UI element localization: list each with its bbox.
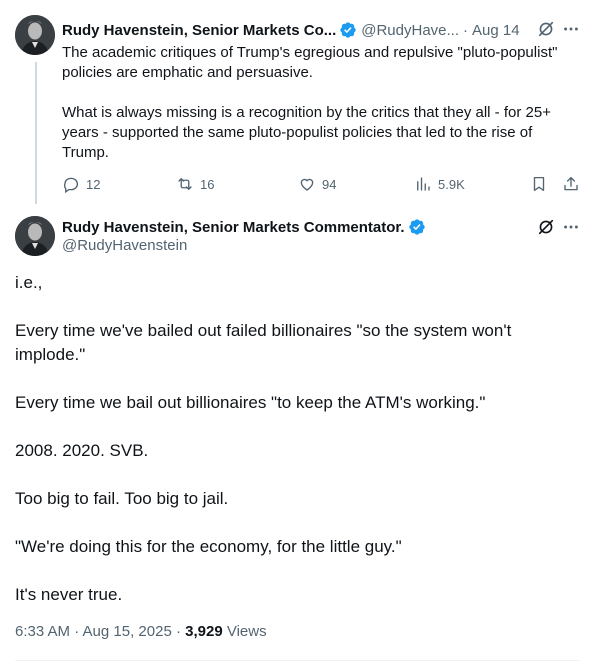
tweet2-text: i.e., Every time we've bailed out failed… xyxy=(15,271,580,607)
verified-badge-icon xyxy=(408,218,426,236)
tweet-paragraph: Every time we've bailed out failed billi… xyxy=(15,321,512,364)
tweet1-header: Rudy Havenstein, Senior Markets Co... @R… xyxy=(62,19,582,41)
tweet-timestamp[interactable]: 6:33 AM · Aug 15, 2025 · xyxy=(15,623,185,640)
tweet-meta: 6:33 AM · Aug 15, 2025 · 3,929 Views xyxy=(15,623,267,640)
thread-line xyxy=(35,62,37,204)
tweet-date[interactable]: Aug 14 xyxy=(472,22,520,39)
reply-button[interactable]: 12 xyxy=(62,174,100,194)
tweet-paragraph: "We're doing this for the economy, for t… xyxy=(15,537,402,556)
tweet1-actions: 12 16 94 5.9K xyxy=(62,174,582,194)
tweet-paragraph: The academic critiques of Trump's egregi… xyxy=(62,44,558,81)
share-icon xyxy=(564,176,578,191)
separator-dot: · xyxy=(463,21,469,39)
tweet-paragraph: What is always missing is a recognition … xyxy=(62,104,551,161)
author-handle[interactable]: @RudyHavenstein xyxy=(62,237,187,254)
repost-button[interactable]: 16 xyxy=(176,174,214,194)
grok-icon[interactable] xyxy=(537,218,555,236)
tweet-paragraph: 2008. 2020. SVB. xyxy=(15,441,149,460)
more-icon[interactable] xyxy=(562,20,580,38)
reply-icon xyxy=(64,177,79,193)
tweet-paragraph: Every time we bail out billionaires "to … xyxy=(15,393,486,412)
tweet-paragraph: Too big to fail. Too big to jail. xyxy=(15,489,229,508)
author-handle[interactable]: @RudyHave... xyxy=(361,22,459,39)
views-icon xyxy=(417,177,430,191)
repost-icon xyxy=(178,178,192,190)
verified-badge-icon xyxy=(339,21,357,39)
divider xyxy=(15,660,580,661)
share-button[interactable] xyxy=(562,174,586,194)
heart-icon xyxy=(300,178,314,191)
repost-count: 16 xyxy=(200,176,215,192)
avatar[interactable] xyxy=(15,216,55,256)
like-button[interactable]: 94 xyxy=(298,174,336,194)
views-label: Views xyxy=(222,623,267,640)
tweet-paragraph: i.e., xyxy=(15,273,43,292)
avatar-image xyxy=(15,216,55,256)
views-count: 5.9K xyxy=(438,176,465,192)
views-button[interactable]: 5.9K xyxy=(414,174,465,194)
tweet2-header: Rudy Havenstein, Senior Markets Commenta… xyxy=(62,216,426,238)
reply-count: 12 xyxy=(86,176,101,192)
tweet-paragraph: It's never true. xyxy=(15,585,123,604)
grok-icon[interactable] xyxy=(537,20,555,38)
views-count: 3,929 xyxy=(185,623,223,640)
like-count: 94 xyxy=(322,176,337,192)
avatar-image xyxy=(15,15,55,55)
avatar[interactable] xyxy=(15,15,55,55)
author-name[interactable]: Rudy Havenstein, Senior Markets Commenta… xyxy=(62,219,405,236)
more-icon[interactable] xyxy=(562,218,580,236)
bookmark-icon xyxy=(533,176,545,192)
author-name[interactable]: Rudy Havenstein, Senior Markets Co... xyxy=(62,22,336,39)
tweet1-text: The academic critiques of Trump's egregi… xyxy=(62,43,582,163)
bookmark-button[interactable] xyxy=(530,174,554,194)
